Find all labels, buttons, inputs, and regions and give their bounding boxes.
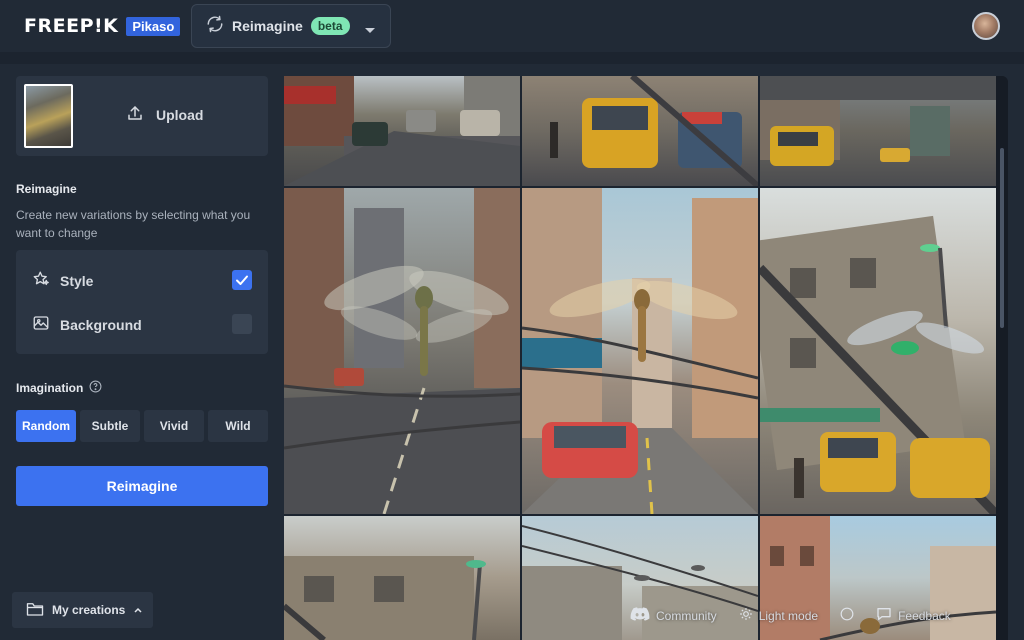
imagination-label-text: Imagination	[16, 381, 84, 395]
upload-area[interactable]: Upload	[16, 76, 268, 156]
beta-badge: beta	[310, 17, 350, 35]
style-checkbox[interactable]	[232, 270, 252, 290]
imagination-vivid[interactable]: Vivid	[144, 410, 204, 442]
community-label: Community	[656, 608, 717, 623]
gallery-scrollbar-thumb[interactable]	[1000, 148, 1004, 328]
question-circle-icon	[840, 607, 854, 624]
result-image[interactable]	[284, 188, 520, 514]
sun-icon	[739, 607, 753, 624]
feedback-label: Feedback	[898, 608, 951, 623]
option-background-label: Background	[60, 316, 142, 333]
upload-button[interactable]: Upload	[126, 104, 203, 125]
help-icon[interactable]	[89, 380, 102, 396]
reimagine-button[interactable]: Reimagine	[16, 466, 268, 506]
results-gallery	[284, 76, 1004, 640]
tool-selector[interactable]: Reimagine beta	[191, 4, 391, 48]
section-description: Create new variations by selecting what …	[16, 208, 251, 240]
folder-icon	[26, 601, 44, 620]
result-image[interactable]	[284, 516, 520, 640]
feedback-link[interactable]: Feedback	[876, 607, 951, 624]
discord-icon	[630, 606, 650, 625]
help-link[interactable]	[840, 607, 854, 624]
change-options: Style Background	[16, 250, 268, 354]
logo-wordmark: FREEP!K	[24, 15, 119, 37]
refresh-icon	[206, 15, 224, 38]
result-image[interactable]	[522, 188, 758, 514]
result-image[interactable]	[284, 76, 520, 186]
imagination-label: Imagination	[16, 380, 102, 396]
chat-bubble-icon	[876, 607, 892, 624]
result-image[interactable]	[760, 76, 996, 186]
my-creations-button[interactable]: My creations	[12, 592, 153, 628]
checkmark-icon	[232, 275, 252, 294]
freepik-logo[interactable]: FREEP!K Pikaso	[24, 15, 181, 37]
tool-name: Reimagine	[232, 18, 303, 34]
source-image-thumbnail[interactable]	[24, 84, 73, 148]
light-mode-label: Light mode	[758, 608, 819, 623]
imagination-subtle[interactable]: Subtle	[80, 410, 140, 442]
result-image[interactable]	[522, 76, 758, 186]
footer-links: Community Light mode Feedback	[630, 606, 951, 625]
light-mode-toggle[interactable]: Light mode	[739, 607, 818, 624]
option-background[interactable]: Background	[32, 314, 142, 335]
option-style[interactable]: Style	[32, 270, 93, 291]
section-title: Reimagine	[16, 182, 77, 196]
background-checkbox[interactable]	[232, 314, 252, 334]
result-image[interactable]	[760, 188, 996, 514]
image-icon	[32, 314, 50, 335]
my-creations-label: My creations	[52, 603, 126, 617]
user-avatar[interactable]	[972, 12, 1000, 40]
chevron-down-icon	[364, 22, 376, 40]
upload-icon	[126, 104, 144, 125]
chevron-up-icon	[133, 603, 143, 617]
header-divider	[0, 52, 1024, 64]
top-bar: FREEP!K Pikaso Reimagine beta	[0, 0, 1024, 52]
left-panel: Upload Reimagine Create new variations b…	[0, 64, 284, 640]
pikaso-badge: Pikaso	[126, 16, 181, 36]
upload-label: Upload	[156, 106, 204, 123]
community-link[interactable]: Community	[630, 606, 717, 625]
imagination-wild[interactable]: Wild	[208, 410, 268, 442]
option-style-label: Style	[60, 272, 94, 289]
sparkle-star-icon	[32, 270, 50, 291]
imagination-random[interactable]: Random	[16, 410, 76, 442]
